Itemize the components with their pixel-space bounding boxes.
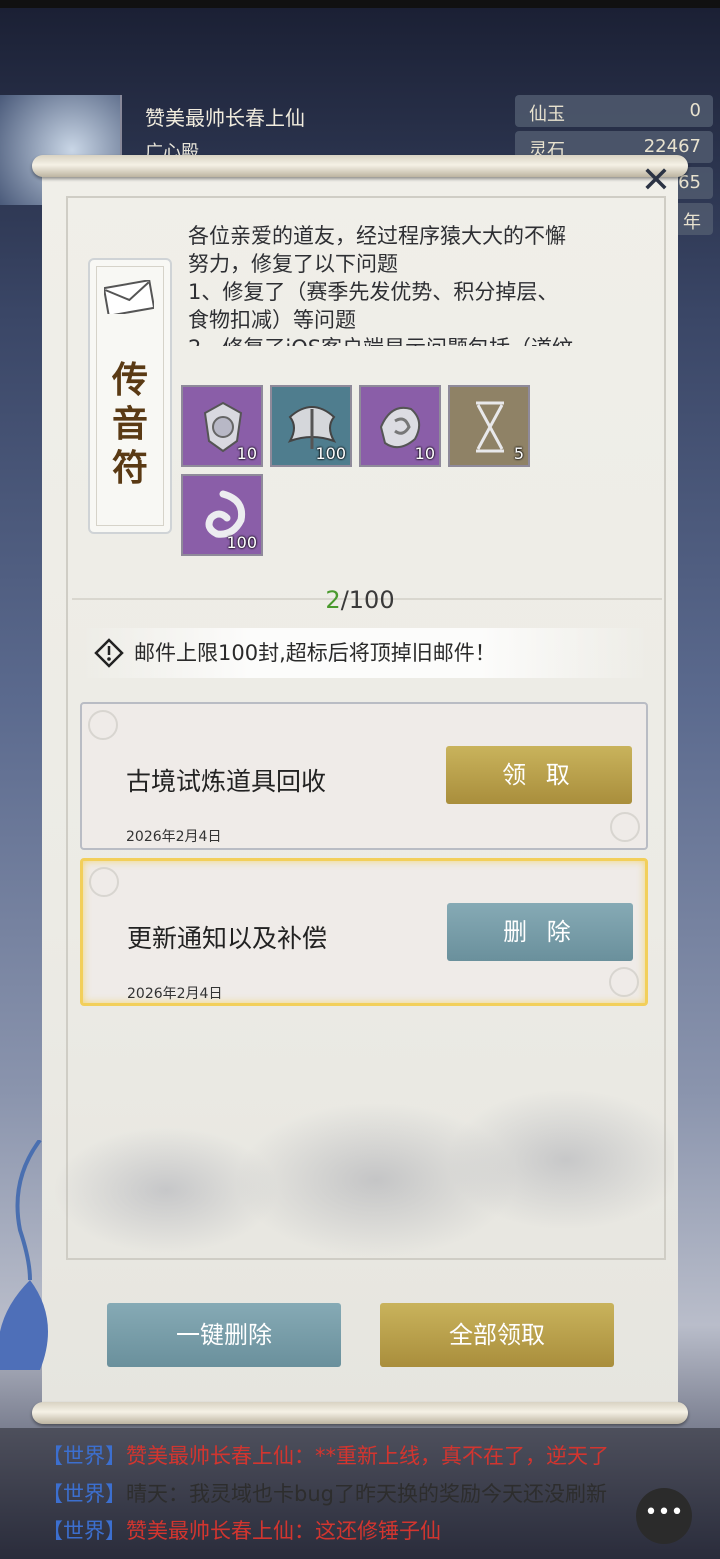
attachment-item[interactable]: 100 — [270, 385, 352, 467]
status-bar — [0, 0, 720, 8]
message-line: 1、修复了（赛季先发优势、积分掉层、 — [188, 280, 559, 304]
cloud-ornament — [610, 812, 640, 842]
envelope-icon — [104, 280, 154, 314]
resource-xianyu: 仙玉 0 — [515, 95, 713, 127]
hourglass-icon — [476, 401, 504, 453]
seal-text: 传音符 — [90, 358, 170, 490]
message-line: 食物扣减）等问题 — [188, 308, 356, 332]
mountain-decoration — [46, 1040, 674, 1280]
message-line: 2、修复了iOS客户端显示问题包括（道纹 — [188, 334, 638, 346]
chat-message: 【世界】赞美最帅长春上仙：**重新上线，真不在了，逆天了 — [42, 1440, 609, 1470]
attachment-item[interactable]: 10 — [359, 385, 441, 467]
claim-all-button[interactable]: 全部领取 — [380, 1303, 614, 1367]
chat-text: **重新上线，真不在了，逆天了 — [315, 1444, 609, 1468]
message-line: 努力，修复了以下问题 — [188, 252, 398, 276]
mail-message-body[interactable]: 各位亲爱的道友，经过程序猿大大的不懈 努力，修复了以下问题 1、修复了（赛季先发… — [188, 222, 638, 346]
resource-value: 0 — [689, 100, 701, 121]
chat-text: 晴天：我灵域也卡bug了昨天换的奖励今天还没刷新 — [126, 1482, 607, 1506]
delete-button[interactable]: 删 除 — [447, 903, 633, 961]
cloud-ornament — [88, 710, 118, 740]
seal-chars: 传音符 — [111, 359, 148, 489]
mail-seal-tag: 传音符 — [88, 258, 172, 534]
mail-item-selected[interactable]: 更新通知以及补偿 2026年2月4日 删 除 — [80, 858, 648, 1006]
cloud-ornament — [609, 967, 639, 997]
mail-date: 2026年2月4日 — [126, 829, 222, 845]
attachment-item[interactable]: 10 — [181, 385, 263, 467]
resource-label: 仙玉 — [529, 104, 565, 125]
tassel-decoration — [0, 1140, 48, 1370]
claim-button[interactable]: 领 取 — [446, 746, 632, 804]
chat-bubble-icon[interactable]: ••• — [636, 1488, 692, 1544]
chat-channel: 【世界】 — [42, 1519, 126, 1543]
item-count: 10 — [414, 444, 435, 463]
player-name: 赞美最帅长春上仙 — [145, 106, 305, 130]
message-line: 各位亲爱的道友，经过程序猿大大的不懈 — [188, 224, 566, 248]
warning-icon — [94, 638, 124, 668]
mail-limit-notice: 邮件上限100封,超标后将顶掉旧邮件！ — [82, 628, 648, 678]
item-count: 100 — [315, 444, 346, 463]
item-count: 10 — [236, 444, 257, 463]
attachment-item[interactable]: 5 — [448, 385, 530, 467]
mail-item[interactable]: 古境试炼道具回收 2026年2月4日 领 取 — [80, 702, 648, 850]
mail-title: 更新通知以及补偿 — [127, 924, 328, 953]
chat-channel: 【世界】 — [42, 1444, 126, 1468]
mail-count-current: 2 — [325, 586, 341, 614]
attachment-item[interactable]: 100 — [181, 474, 263, 556]
mail-date: 2026年2月4日 — [127, 986, 223, 1002]
chat-text: 这还修锤子仙 — [315, 1519, 441, 1543]
item-count: 5 — [513, 444, 524, 463]
mail-title: 古境试炼道具回收 — [126, 767, 327, 796]
scroll-top-rod — [32, 155, 688, 177]
chat-message: 【世界】赞美最帅长春上仙：这还修锤子仙 — [42, 1515, 441, 1545]
chat-sender[interactable]: 赞美最帅长春上仙： — [126, 1519, 315, 1543]
notice-text: 邮件上限100封,超标后将顶掉旧邮件！ — [134, 641, 496, 665]
mail-count-max: /100 — [340, 586, 395, 614]
scroll-bottom-rod — [32, 1402, 688, 1424]
close-icon[interactable]: ✕ — [637, 163, 675, 199]
mail-count: 2/100 — [0, 586, 720, 614]
cloud-ornament — [89, 867, 119, 897]
resource-value: 22467 — [643, 136, 701, 157]
item-count: 100 — [226, 533, 257, 552]
chat-channel: 【世界】 — [42, 1482, 126, 1506]
chat-message: 【世界】晴天：我灵域也卡bug了昨天换的奖励今天还没刷新 — [42, 1478, 607, 1508]
delete-all-button[interactable]: 一键删除 — [107, 1303, 341, 1367]
chat-sender[interactable]: 赞美最帅长春上仙： — [126, 1444, 315, 1468]
resource-value: 年 — [683, 212, 701, 233]
